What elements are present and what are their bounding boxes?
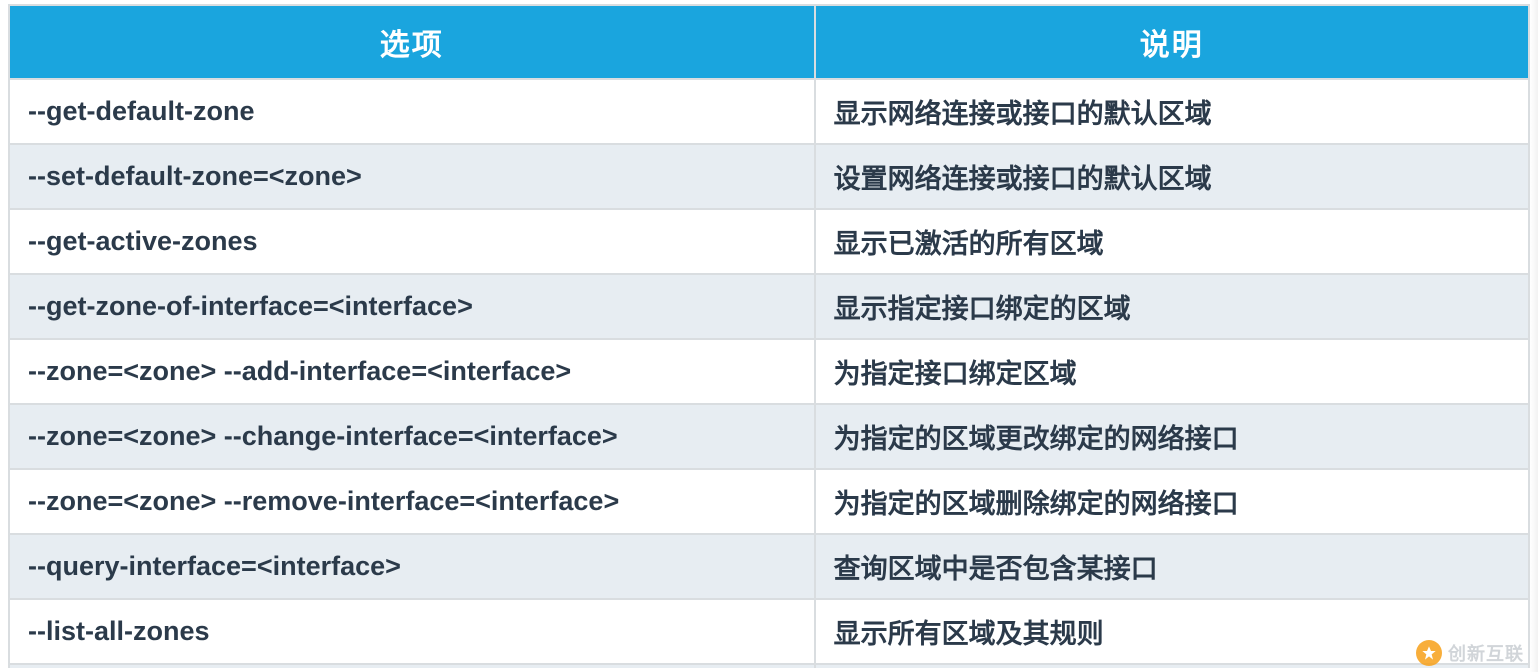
cell-description: 设置网络连接或接口的默认区域 xyxy=(815,144,1529,209)
table-row: --get-default-zone 显示网络连接或接口的默认区域 xyxy=(9,79,1529,144)
cell-option: --zone=<zone> --change-interface=<interf… xyxy=(9,404,815,469)
cell-description: 为指定的区域删除绑定的网络接口 xyxy=(815,469,1529,534)
table-row: --get-zone-of-interface=<interface> 显示指定… xyxy=(9,274,1529,339)
cell-option: --get-zone-of-interface=<interface> xyxy=(9,274,815,339)
cell-option: --set-default-zone=<zone> xyxy=(9,144,815,209)
cell-description: 显示所有指定区域的所有规则 xyxy=(815,664,1529,668)
table-row: [--zone=<zone>] --list-all 显示所有指定区域的所有规则 xyxy=(9,664,1529,668)
cell-option: --query-interface=<interface> xyxy=(9,534,815,599)
cell-option: --list-all-zones xyxy=(9,599,815,664)
table-row: --zone=<zone> --add-interface=<interface… xyxy=(9,339,1529,404)
cell-option: [--zone=<zone>] --list-all xyxy=(9,664,815,668)
cell-description: 显示已激活的所有区域 xyxy=(815,209,1529,274)
table-row: --get-active-zones 显示已激活的所有区域 xyxy=(9,209,1529,274)
cell-option: --zone=<zone> --add-interface=<interface… xyxy=(9,339,815,404)
cell-description: 显示所有区域及其规则 xyxy=(815,599,1529,664)
table-row: --set-default-zone=<zone> 设置网络连接或接口的默认区域 xyxy=(9,144,1529,209)
cell-description: 显示指定接口绑定的区域 xyxy=(815,274,1529,339)
cell-description: 为指定的区域更改绑定的网络接口 xyxy=(815,404,1529,469)
options-table: 选项 说明 --get-default-zone 显示网络连接或接口的默认区域 … xyxy=(8,4,1530,668)
cell-description: 为指定接口绑定区域 xyxy=(815,339,1529,404)
header-description: 说明 xyxy=(815,5,1529,79)
cell-description: 显示网络连接或接口的默认区域 xyxy=(815,79,1529,144)
table-row: --query-interface=<interface> 查询区域中是否包含某… xyxy=(9,534,1529,599)
cell-description: 查询区域中是否包含某接口 xyxy=(815,534,1529,599)
table-row: --zone=<zone> --remove-interface=<interf… xyxy=(9,469,1529,534)
table-row: --zone=<zone> --change-interface=<interf… xyxy=(9,404,1529,469)
header-option: 选项 xyxy=(9,5,815,79)
cell-option: --get-active-zones xyxy=(9,209,815,274)
table-row: --list-all-zones 显示所有区域及其规则 xyxy=(9,599,1529,664)
table-header-row: 选项 说明 xyxy=(9,5,1529,79)
cell-option: --zone=<zone> --remove-interface=<interf… xyxy=(9,469,815,534)
cell-option: --get-default-zone xyxy=(9,79,815,144)
